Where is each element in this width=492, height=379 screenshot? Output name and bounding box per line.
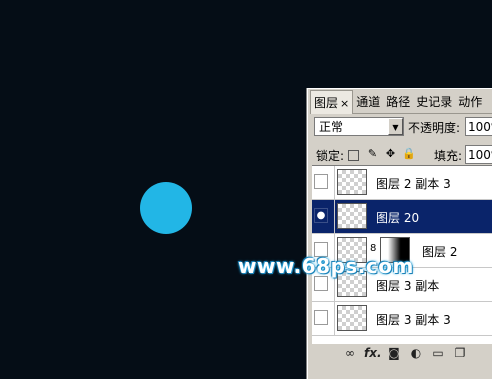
divider [334,166,335,199]
folder-icon[interactable]: ▭ [430,346,446,360]
opacity-label: 不透明度: [408,121,461,135]
layer-thumbnail [337,305,367,331]
watermark: www.68ps.com [238,254,414,278]
tab-layers[interactable]: 图层 × [310,90,354,114]
layer-name: 图层 2 副本 3 [376,177,451,191]
visibility-toggle[interactable] [314,174,328,189]
layer-row-selected[interactable]: ● 图层 20 [312,200,492,234]
layer-thumbnail [337,203,367,229]
close-icon[interactable]: × [340,97,349,110]
chevron-down-icon[interactable]: ▼ [388,118,403,135]
tab-actions[interactable]: 动作 [455,90,485,113]
layer-row[interactable]: 图层 2 副本 3 [312,166,492,200]
layer-name: 图层 20 [376,211,420,225]
panel-footer: ∞ fx. ◙ ◐ ▭ ❐ [312,343,492,363]
tab-paths[interactable]: 路径 [383,90,413,113]
visibility-toggle[interactable] [314,310,328,325]
tab-channels[interactable]: 通道 [353,90,383,113]
chain-link-icon: 8 [370,243,377,254]
fill-input[interactable]: 100% [465,145,492,164]
panel-tabs: 图层 × 通道 路径 史记录 动作 [310,90,492,114]
layer-name: 图层 2 [422,245,458,259]
blue-circle [140,182,192,234]
new-layer-icon[interactable]: ❐ [452,346,468,360]
lock-icon[interactable]: 🔒 [402,147,416,160]
lock-transparency-icon[interactable] [348,150,359,161]
link-icon[interactable]: ∞ [342,346,358,360]
layer-thumbnail [337,169,367,195]
divider [334,302,335,335]
blend-opacity-row: 正常 ▼ 不透明度: 100% [312,117,492,139]
divider [334,200,335,233]
layers-panel: 图层× 通道 路径 史记录 动作 正常 ▼ 不透明度: 100% 锁定: ✎ ✥… [307,88,492,379]
eye-icon[interactable]: ● [314,208,328,223]
fill-label: 填充: [434,149,463,163]
opacity-input[interactable]: 100% [465,117,492,136]
lock-fill-row: 锁定: ✎ ✥ 🔒 填充: 100% [312,144,492,166]
visibility-toggle[interactable] [314,276,328,291]
lock-label: 锁定: [316,149,345,163]
layer-name: 图层 3 副本 [376,279,440,293]
tab-history[interactable]: 史记录 [413,90,455,113]
layer-row[interactable]: 图层 3 副本 3 [312,302,492,336]
fx-icon[interactable]: fx. [364,346,382,360]
move-icon[interactable]: ✥ [384,147,397,160]
tab-layers-label: 图层 [314,96,339,110]
layer-name: 图层 3 副本 3 [376,313,451,327]
mask-icon[interactable]: ◙ [386,346,402,360]
brush-icon[interactable]: ✎ [366,147,379,160]
adjustment-icon[interactable]: ◐ [408,346,424,360]
